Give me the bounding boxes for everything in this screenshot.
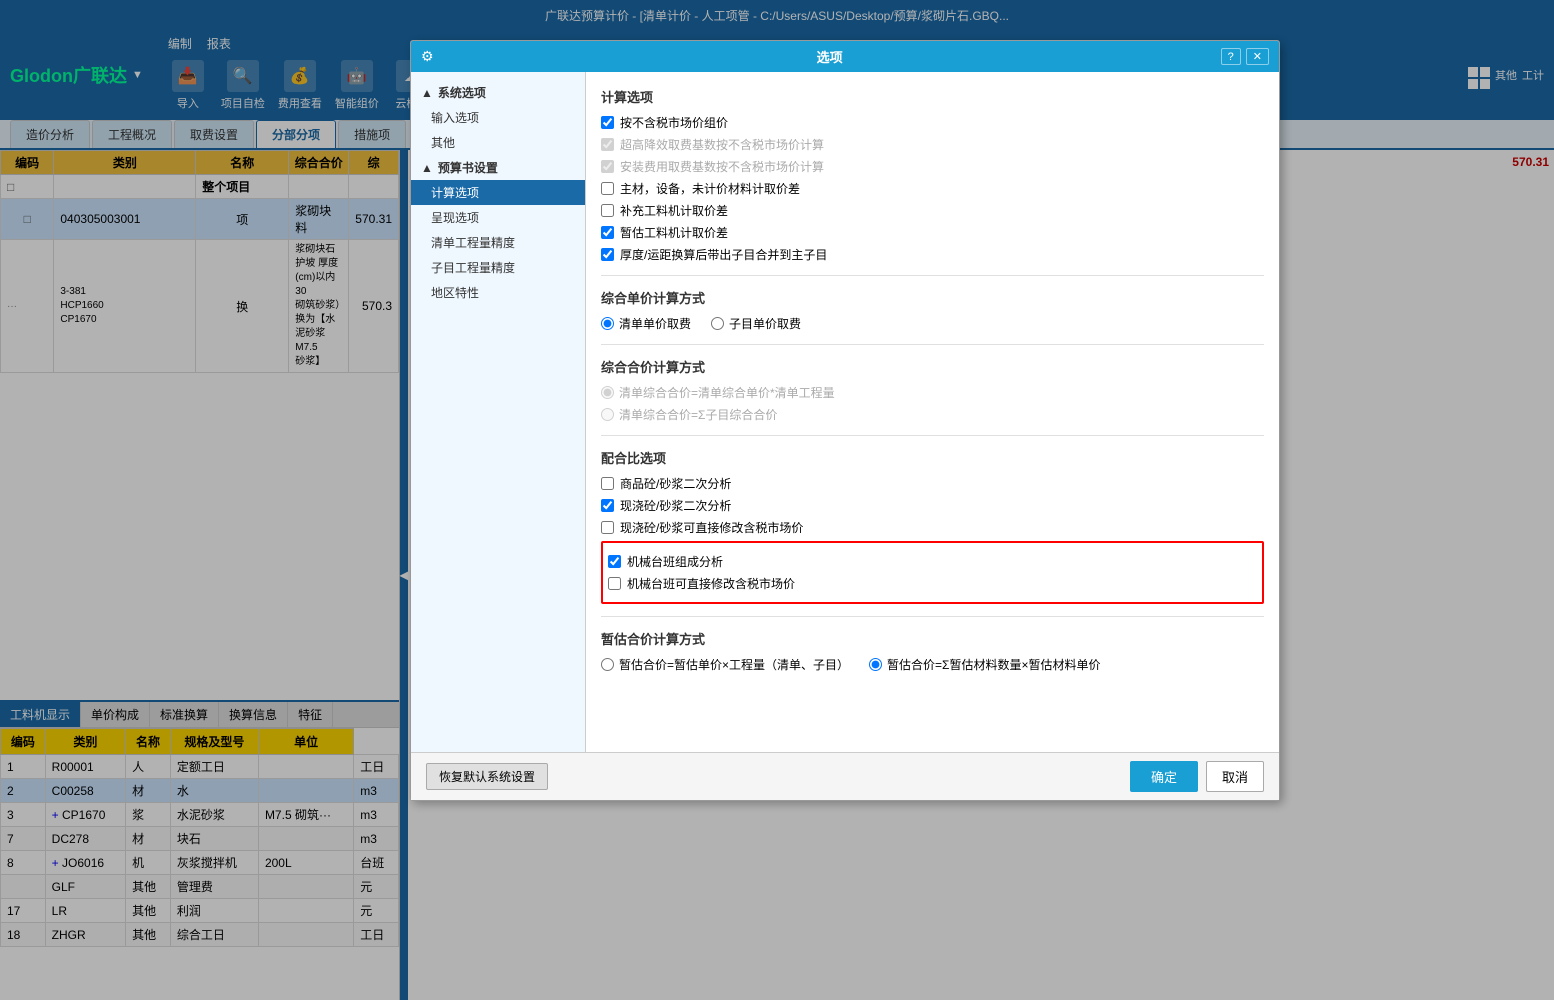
cb-row-machine-modify: 机械台班可直接修改含税市场价 [608,575,1257,592]
radio-item-price-input[interactable] [711,317,724,330]
cb-row-modify-concrete: 现浇砼/砂浆可直接修改含税市场价 [601,519,1264,536]
cb-cast-concrete[interactable] [601,499,614,512]
dialog-footer: 恢复默认系统设置 确定 取消 [411,752,1279,800]
dialog-help-button[interactable]: ? [1221,48,1241,65]
cb-machine-modify[interactable] [608,577,621,590]
dialog-title-text: 选项 [817,47,843,66]
cb-row-commercial-concrete: 商品砼/砂浆二次分析 [601,475,1264,492]
radio-estimated1-input[interactable] [601,658,614,671]
section-total-price-title: 综合合价计算方式 [601,357,1264,376]
tree-section-system[interactable]: ▲系统选项 [411,80,585,105]
radio-total-formula2-label: 清单综合合价=Σ子目综合合价 [619,406,777,423]
tree-item-list-precision[interactable]: 清单工程量精度 [411,230,585,255]
restore-defaults-button[interactable]: 恢复默认系统设置 [426,763,548,790]
cb-market-price[interactable] [601,116,614,129]
footer-right: 确定 取消 [1130,761,1264,792]
total-price-radio-group: 清单综合合价=清单综合单价*清单工程量 清单综合合价=Σ子目综合合价 [601,384,1264,423]
cb-extra-material[interactable] [601,204,614,217]
tree-item-calc-options[interactable]: 计算选项 [411,180,585,205]
cb-row-thickness: 厚度/运距换算后带出子目合并到主子目 [601,246,1264,263]
dialog-icon: ⚙ [421,48,434,65]
cb-estimated-material[interactable] [601,226,614,239]
cb-machine-analysis-label[interactable]: 机械台班组成分析 [627,553,723,570]
cb-row-extra-material: 补充工料机计取价差 [601,202,1264,219]
cb-high-fee [601,138,614,151]
cb-commercial-concrete[interactable] [601,477,614,490]
section-unit-price-title: 综合单价计算方式 [601,288,1264,307]
confirm-button[interactable]: 确定 [1130,761,1198,792]
cb-commercial-concrete-label[interactable]: 商品砼/砂浆二次分析 [620,475,731,492]
cb-modify-concrete-label[interactable]: 现浇砼/砂浆可直接修改含税市场价 [620,519,803,536]
cb-cast-concrete-label[interactable]: 现浇砼/砂浆二次分析 [620,497,731,514]
radio-total-formula1: 清单综合合价=清单综合单价*清单工程量 [601,384,1264,401]
dialog-content: 计算选项 按不含税市场价组价 超高降效取费基数按不含税市场价计算 安装费用取费基… [586,72,1279,752]
cb-extra-material-label[interactable]: 补充工料机计取价差 [620,202,728,219]
cb-machine-analysis[interactable] [608,555,621,568]
cb-row-cast-concrete: 现浇砼/砂浆二次分析 [601,497,1264,514]
cb-machine-modify-label[interactable]: 机械台班可直接修改含税市场价 [627,575,795,592]
section-estimated-title: 暂估合价计算方式 [601,629,1264,648]
dialog-overlay: ⚙ 选项 ? ✕ ▲系统选项 输入选项 其他 ▲预算书设置 计算选项 呈现选项 [0,0,1554,1000]
radio-total-formula1-label: 清单综合合价=清单综合单价*清单工程量 [619,384,835,401]
tree-item-input[interactable]: 输入选项 [411,105,585,130]
cb-modify-concrete[interactable] [601,521,614,534]
radio-list-price-input[interactable] [601,317,614,330]
unit-price-radio-group: 清单单价取费 子目单价取费 [601,315,1264,332]
options-dialog: ⚙ 选项 ? ✕ ▲系统选项 输入选项 其他 ▲预算书设置 计算选项 呈现选项 [410,40,1280,801]
footer-left: 恢复默认系统设置 [426,763,548,790]
cb-row-high-fee: 超高降效取费基数按不含税市场价计算 [601,136,1264,153]
tree-item-region[interactable]: 地区特性 [411,280,585,305]
cb-high-fee-label: 超高降效取费基数按不含税市场价计算 [620,136,824,153]
tree-item-display-options[interactable]: 呈现选项 [411,205,585,230]
radio-total-formula2: 清单综合合价=Σ子目综合合价 [601,406,1264,423]
cb-thickness-label[interactable]: 厚度/运距换算后带出子目合并到主子目 [620,246,827,263]
cb-row-main-material: 主材，设备，未计价材料计取价差 [601,180,1264,197]
cb-main-material-label[interactable]: 主材，设备，未计价材料计取价差 [620,180,800,197]
cancel-button[interactable]: 取消 [1206,761,1264,792]
cb-row-install-fee: 安装费用取费基数按不含税市场价计算 [601,158,1264,175]
radio-list-price: 清单单价取费 [601,315,691,332]
radio-total-formula1-input [601,386,614,399]
cb-install-fee-label: 安装费用取费基数按不含税市场价计算 [620,158,824,175]
radio-total-formula2-input [601,408,614,421]
radio-list-price-label[interactable]: 清单单价取费 [619,315,691,332]
section-mix-title: 配合比选项 [601,448,1264,467]
cb-row-machine-analysis: 机械台班组成分析 [608,553,1257,570]
radio-item-price-label[interactable]: 子目单价取费 [729,315,801,332]
cb-install-fee [601,160,614,173]
tree-item-other[interactable]: 其他 [411,130,585,155]
cb-main-material[interactable] [601,182,614,195]
highlight-box: 机械台班组成分析 机械台班可直接修改含税市场价 [601,541,1264,604]
cb-thickness[interactable] [601,248,614,261]
estimated-radio-group: 暂估合价=暂估单价×工程量（清单、子目） 暂估合价=Σ暂估材料数量×暂估材料单价 [601,656,1264,673]
dialog-controls: ? ✕ [1221,48,1269,65]
dialog-title-bar: ⚙ 选项 ? ✕ [411,41,1279,72]
radio-estimated2-label[interactable]: 暂估合价=Σ暂估材料数量×暂估材料单价 [887,656,1100,673]
tree-section-budget[interactable]: ▲预算书设置 [411,155,585,180]
cb-market-price-label[interactable]: 按不含税市场价组价 [620,114,728,131]
section-calc-title: 计算选项 [601,87,1264,106]
cb-row-estimated-material: 暂估工料机计取价差 [601,224,1264,241]
radio-estimated1-label[interactable]: 暂估合价=暂估单价×工程量（清单、子目） [619,656,849,673]
dialog-tree: ▲系统选项 输入选项 其他 ▲预算书设置 计算选项 呈现选项 清单工程量精度 子… [411,72,586,752]
radio-estimated2: 暂估合价=Σ暂估材料数量×暂估材料单价 [869,656,1100,673]
dialog-close-button[interactable]: ✕ [1246,48,1269,65]
cb-estimated-material-label[interactable]: 暂估工料机计取价差 [620,224,728,241]
dialog-body: ▲系统选项 输入选项 其他 ▲预算书设置 计算选项 呈现选项 清单工程量精度 子… [411,72,1279,752]
radio-estimated2-input[interactable] [869,658,882,671]
cb-row-market-price: 按不含税市场价组价 [601,114,1264,131]
tree-item-item-precision[interactable]: 子目工程量精度 [411,255,585,280]
radio-item-price: 子目单价取费 [711,315,801,332]
radio-estimated1: 暂估合价=暂估单价×工程量（清单、子目） [601,656,849,673]
